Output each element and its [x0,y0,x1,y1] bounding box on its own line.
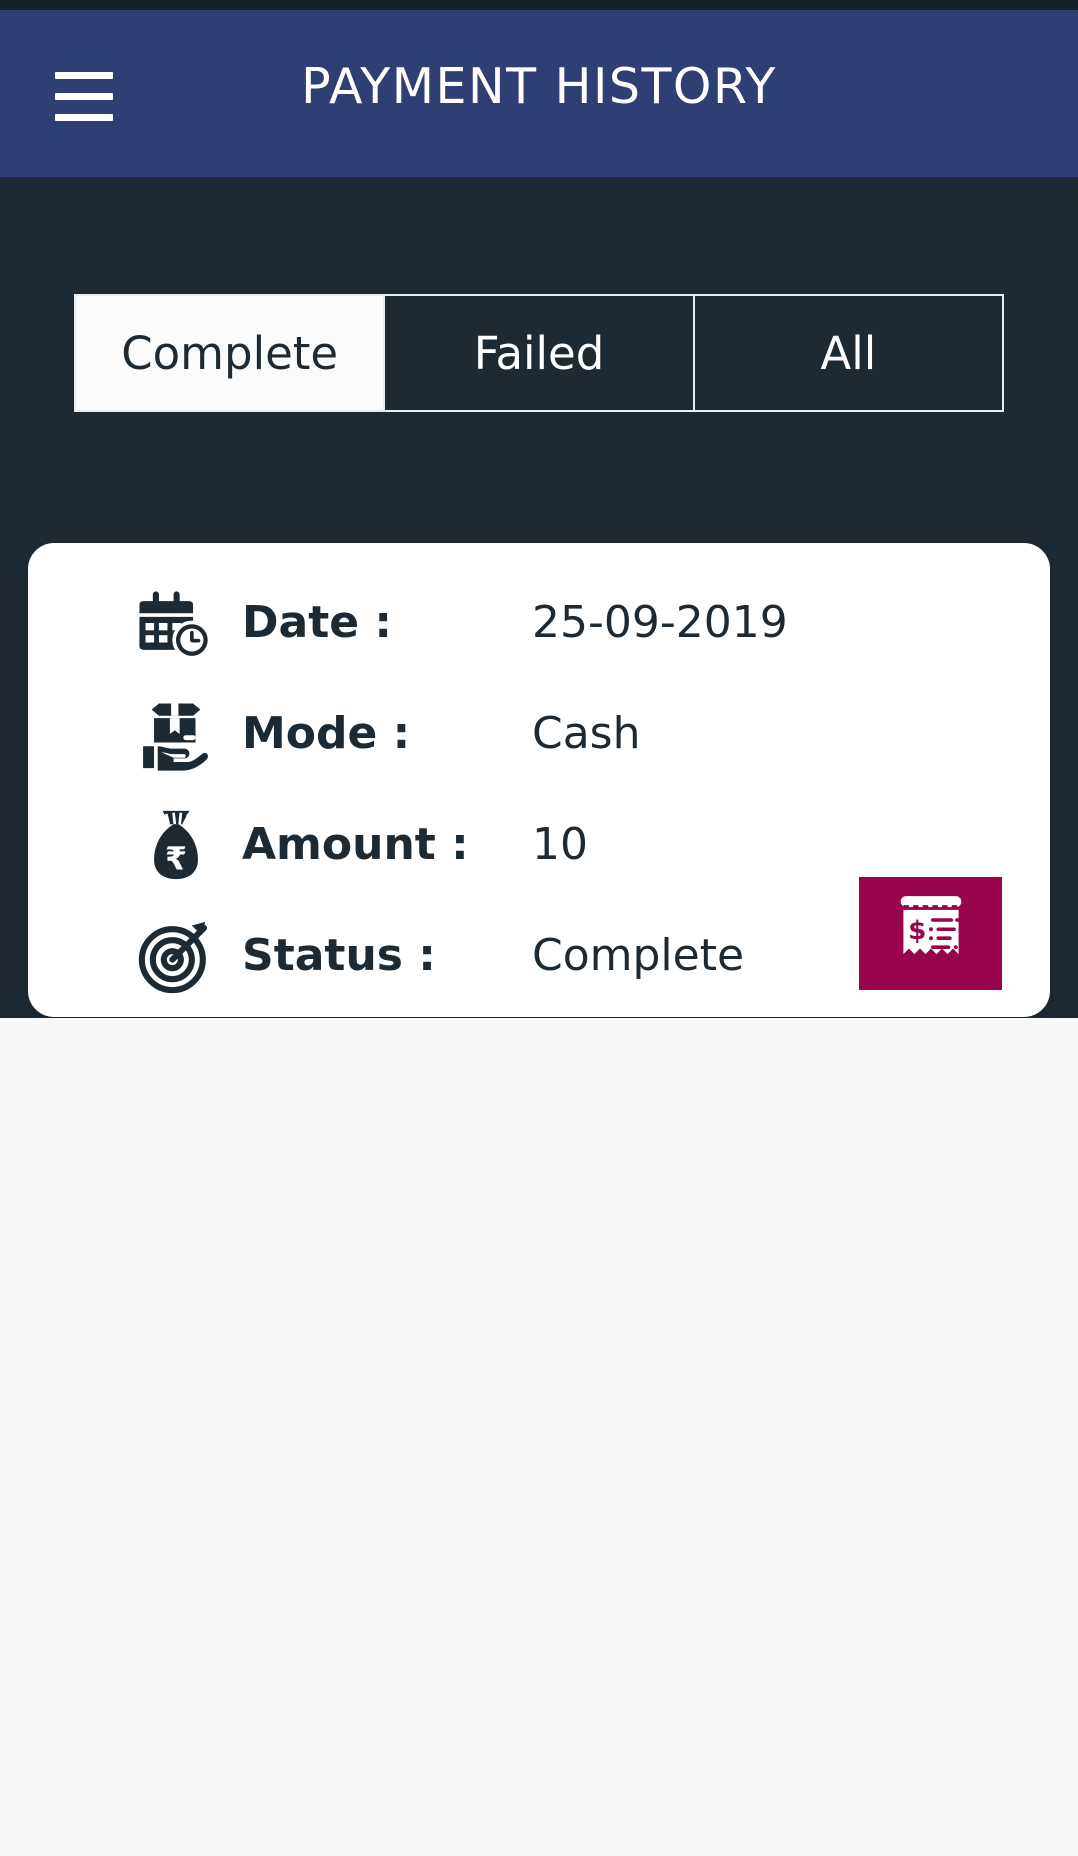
row-value-date: 25-09-2019 [532,597,788,648]
page-title: PAYMENT HISTORY [301,58,777,115]
row-label-amount: Amount : [242,819,469,870]
status-bar-strip [0,0,1078,10]
row-label-mode: Mode : [242,708,411,759]
view-receipt-button[interactable]: $ [859,877,1002,990]
tab-bar: Complete Failed All [74,294,1004,412]
tab-failed[interactable]: Failed [385,294,695,412]
target-dart-icon [136,916,216,996]
svg-text:₹: ₹ [165,841,187,877]
receipt-dollar-icon: $ [885,892,977,975]
calendar-clock-icon [136,583,216,663]
payment-record-card[interactable]: Date : 25-09-2019 Mode: Cash ₹ Amount:… [28,543,1050,1017]
money-bag-rupee-icon: ₹ [136,805,216,885]
row-value-mode: Cash [532,708,641,759]
app-content-area: PAYMENT HISTORY Complete Failed All Date… [0,0,1078,1018]
tab-complete[interactable]: Complete [74,294,386,412]
hand-package-icon [136,694,216,774]
row-label-date: Date : [242,597,393,648]
card-row-mode: Mode : Cash [28,678,1050,789]
page-background-area [0,1018,1078,1856]
row-label-status: Status : [242,930,436,981]
hamburger-line [55,114,113,121]
app-screen: PAYMENT HISTORY Complete Failed All Date… [0,0,1078,1856]
tab-all[interactable]: All [694,294,1004,412]
app-bar: PAYMENT HISTORY [0,10,1078,177]
row-value-status: Complete [532,930,745,981]
svg-text:$: $ [908,916,926,946]
card-row-date: Date : 25-09-2019 [28,567,1050,678]
row-value-amount: 10 [532,819,588,870]
